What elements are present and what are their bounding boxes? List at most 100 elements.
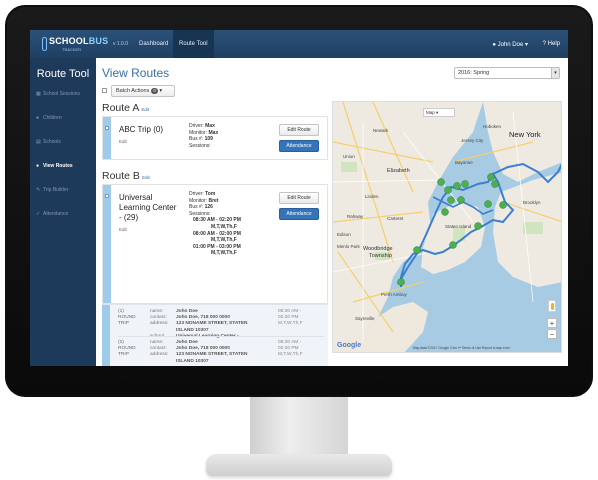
stop-marker[interactable] <box>457 196 465 204</box>
route-a-card: ABC Trip (0) Edit Driver: Max Monitor: M… <box>102 116 328 160</box>
app-screen: SCHOOLBUS TRACKER v 1.0.0 Dashboard Rout… <box>30 30 568 366</box>
trip-checkbox[interactable] <box>105 194 109 198</box>
map-label-perth-amboy: Perth Amboy <box>381 292 407 297</box>
trip-info: Driver: Max Monitor: Max Bus #: 109 Sess… <box>189 123 218 149</box>
map-attribution[interactable]: Map data ©2017 Google 2 km ⊢ Terms of Us… <box>413 346 510 350</box>
map-label-newark: Newark <box>373 128 389 133</box>
map-label-woodbridge: Woodbridge <box>363 246 393 252</box>
stop-days: M,T,W,Th,F <box>278 321 303 327</box>
route-b-heading: Route B Edit <box>102 170 150 182</box>
stop-marker[interactable] <box>484 200 492 208</box>
version-label: v 1.0.0 <box>113 41 129 47</box>
map-label-new-york: New York <box>509 130 541 139</box>
route-name: Route B <box>102 170 140 182</box>
driver-label: Driver: <box>189 123 204 129</box>
stop-marker[interactable] <box>474 222 482 230</box>
edit-route-button[interactable]: Edit Route <box>279 124 319 136</box>
map-type-value: Map <box>426 110 435 115</box>
zoom-out-button[interactable]: − <box>547 329 557 339</box>
stop-times: 08:30 AM - 02:20 PM M,T,W,Th,F <box>278 340 322 359</box>
route-b-card: Universal Learning Center - (29) Edit Dr… <box>102 184 328 304</box>
session-time: 08:00 AM - 02:00 PM <box>193 230 241 237</box>
help-label: Help <box>547 41 560 47</box>
app-logo[interactable]: SCHOOLBUS TRACKER <box>42 36 108 54</box>
stop-marker[interactable] <box>447 196 455 204</box>
route-a-heading: Route A Edit <box>102 102 149 114</box>
attendance-button[interactable]: Attendance <box>279 208 319 220</box>
stop-number: (2) ROUND TRIP <box>118 340 148 359</box>
card-stripe <box>103 185 111 303</box>
stop-marker[interactable] <box>491 180 499 188</box>
stop-marker[interactable] <box>441 208 449 216</box>
stop-marker[interactable] <box>487 173 495 181</box>
nav-dashboard[interactable]: Dashboard <box>133 30 174 58</box>
sidebar-item-label: School Sessions <box>43 91 80 97</box>
stop-number: (1) ROUND TRIP <box>118 309 148 328</box>
map-label-rahway: Rahway <box>347 214 364 219</box>
sidebar-item-children[interactable]: ● Children <box>30 112 96 124</box>
sidebar-item-view-routes[interactable]: ● View Routes <box>30 160 96 172</box>
bus-value: 109 <box>204 136 213 143</box>
driver-value: Tom <box>205 191 216 197</box>
logo-text-bus: BUS <box>88 36 109 46</box>
street-view-pegman-icon[interactable] <box>548 300 556 312</box>
trip-edit-link[interactable]: Edit <box>119 227 127 232</box>
trip-edit-link[interactable]: Edit <box>119 139 127 144</box>
stop-days: M,T,W,Th,F <box>278 352 303 358</box>
map-label-jersey-city: Jersey City <box>461 138 484 143</box>
stop-marker[interactable] <box>449 241 457 249</box>
batch-actions-label: Batch Actions <box>116 88 150 94</box>
edit-route-link[interactable]: Edit <box>141 107 149 112</box>
sidebar-item-schools[interactable]: ▤ Schools <box>30 136 96 148</box>
batch-actions-button[interactable]: Batch Actions 0 ▾ <box>111 85 175 97</box>
select-all-checkbox[interactable] <box>102 88 107 93</box>
land-manhattan-bronx <box>483 102 561 182</box>
stop-marker[interactable] <box>453 182 461 190</box>
sidebar-item-label: Attendance <box>43 211 69 217</box>
attendance-button[interactable]: Attendance <box>279 140 319 152</box>
edit-route-button[interactable]: Edit Route <box>279 192 319 204</box>
stop-marker[interactable] <box>397 278 405 286</box>
divider <box>118 336 324 337</box>
route-map[interactable]: Map ▾ New York Newark Union Elizabeth Je… <box>332 101 562 353</box>
sidebar-item-attendance[interactable]: ✓ Attendance <box>30 208 96 220</box>
stop-field-values: John Doe John Doe, 718 000 0000 123 NONA… <box>176 340 266 365</box>
session-days: M,T,W,Th,F <box>211 237 237 244</box>
nav-route-tool[interactable]: Route Tool <box>173 30 214 58</box>
stop-marker[interactable] <box>413 246 421 254</box>
help-link[interactable]: ? Help <box>543 41 560 47</box>
wrench-icon: ✎ <box>36 187 41 193</box>
stop-marker[interactable] <box>461 180 469 188</box>
season-select-value: 2016: Spring <box>458 70 490 76</box>
sidebar-item-trip-builder[interactable]: ✎ Trip Builder <box>30 184 96 196</box>
sidebar-item-label: Schools <box>43 139 61 145</box>
map-label-township: Township <box>369 253 392 259</box>
map-label-carteret: Carteret <box>387 216 404 221</box>
map-label-menlo-park: Menlo Park <box>337 244 360 249</box>
zoom-in-button[interactable]: + <box>547 318 557 328</box>
edit-route-link[interactable]: Edit <box>142 175 150 180</box>
monitor-value: Max <box>208 129 219 136</box>
map-label-brooklyn: Brooklyn <box>523 200 541 205</box>
stop-marker[interactable] <box>499 201 507 209</box>
trip-checkbox[interactable] <box>105 126 109 130</box>
monitor-value: Bret <box>208 197 219 204</box>
trip-name: ABC Trip (0) <box>119 125 164 134</box>
stop-marker[interactable] <box>437 178 445 186</box>
map-label-linden: Linden <box>365 194 379 199</box>
stop-type: TRIP <box>118 321 129 327</box>
stop-marker[interactable] <box>444 186 452 194</box>
season-select[interactable]: 2016: Spring ▾ <box>454 67 560 79</box>
card-stripe <box>102 305 110 366</box>
user-menu[interactable]: ● John Doe ▾ <box>492 41 528 48</box>
sidebar-item-label: View Routes <box>43 163 73 169</box>
route-name: Route A <box>102 102 140 114</box>
sidebar-item-school-sessions[interactable]: ▦ School Sessions <box>30 88 96 100</box>
trip-name: Universal Learning Center - (29) <box>119 193 176 223</box>
monitor-label: Monitor: <box>189 129 208 136</box>
map-type-select[interactable]: Map ▾ <box>423 108 455 117</box>
trip-name-line: Learning Center <box>119 203 177 212</box>
trip-name-line: Universal <box>119 193 153 202</box>
monitor-label: Monitor: <box>189 197 208 204</box>
logo-text-school: SCHOOL <box>49 36 89 46</box>
